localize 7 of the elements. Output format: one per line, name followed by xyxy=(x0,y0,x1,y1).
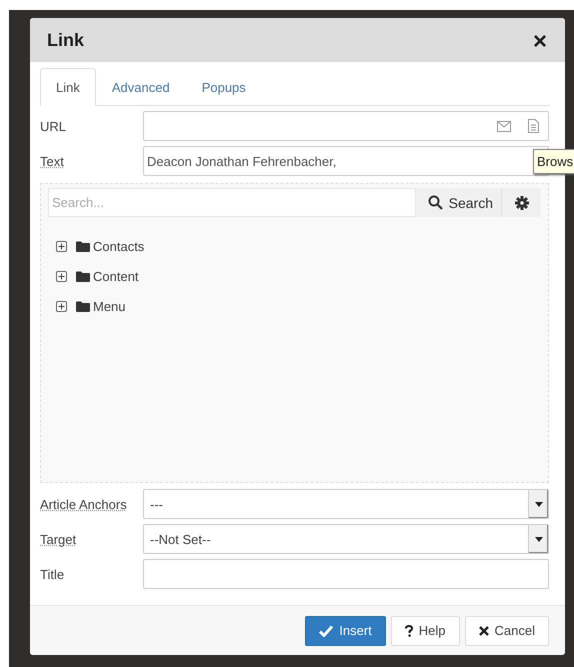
field-label: Title xyxy=(40,566,66,582)
field-label: Text xyxy=(40,154,65,168)
dialog-title: Link xyxy=(47,30,84,50)
field-label: Article Anchors xyxy=(40,496,128,512)
field-label: Target xyxy=(40,532,78,546)
field-label: URL xyxy=(40,118,68,134)
tooltip: Brows xyxy=(533,149,574,174)
